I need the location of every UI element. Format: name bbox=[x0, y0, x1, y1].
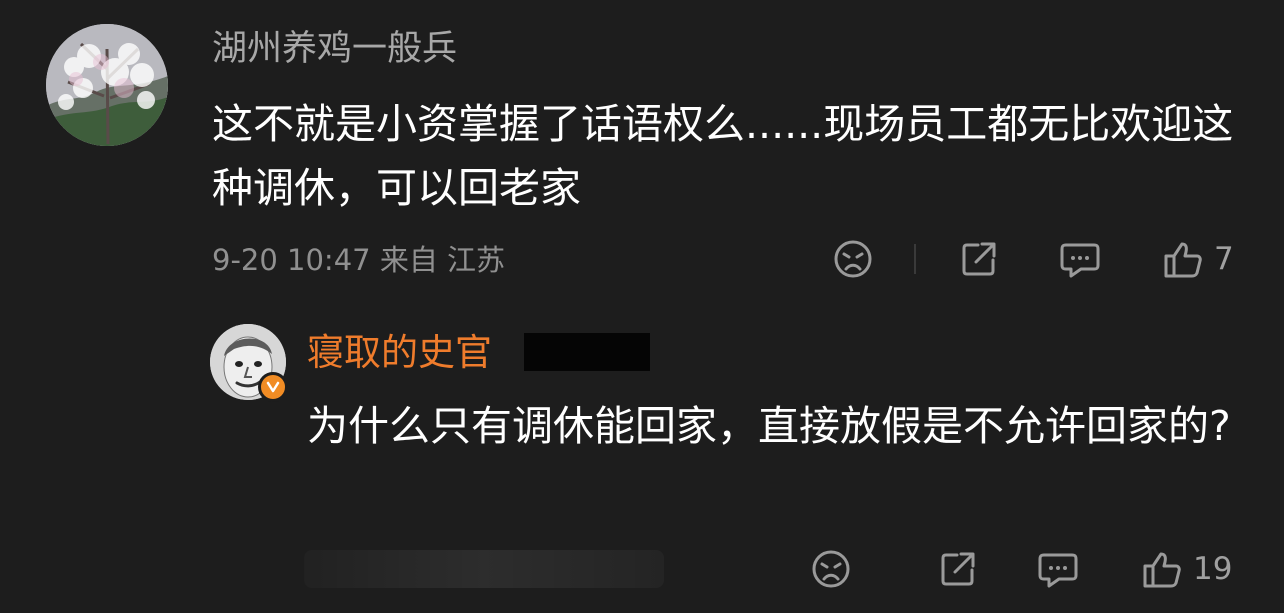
user-avatar[interactable] bbox=[46, 24, 168, 146]
share-icon bbox=[962, 242, 996, 276]
reply-text: 为什么只有调休能回家，直接放假是不允许回家的? bbox=[307, 402, 1231, 450]
comment-date: 9-20 10:47 bbox=[212, 243, 371, 277]
comment-meta: 9-20 10:47 来自 江苏 bbox=[212, 236, 505, 284]
comment-location: 来自 江苏 bbox=[379, 243, 506, 277]
comment-reply-button[interactable] bbox=[1058, 238, 1102, 280]
comment-like-count: 7 bbox=[1214, 241, 1234, 277]
action-divider bbox=[914, 244, 916, 274]
comment-icon bbox=[1060, 243, 1100, 278]
sad-face-icon bbox=[812, 550, 850, 588]
reply-username[interactable]: 寝取的史官 bbox=[307, 327, 492, 379]
thumbs-up-icon bbox=[1143, 552, 1181, 588]
comment-icon bbox=[1038, 553, 1078, 588]
sad-face-icon bbox=[834, 240, 872, 278]
reply-like-count: 19 bbox=[1193, 551, 1233, 587]
reply-emoji-button[interactable] bbox=[810, 548, 852, 590]
comment-emoji-button[interactable] bbox=[832, 238, 874, 280]
comment-like-button[interactable]: 7 bbox=[1160, 238, 1234, 280]
reply-comment-button[interactable] bbox=[1036, 548, 1080, 590]
comment-share-button[interactable] bbox=[958, 238, 1000, 280]
comment-text: 这不就是小资掌握了话语权么......现场员工都无比欢迎这种调休，可以回老家 bbox=[212, 100, 1234, 212]
comment-thread: 湖州养鸡一般兵 这不就是小资掌握了话语权么......现场员工都无比欢迎这种调休… bbox=[0, 0, 1284, 613]
verified-check-icon bbox=[266, 381, 280, 393]
reply-share-button[interactable] bbox=[937, 548, 979, 590]
redacted-badge bbox=[524, 333, 650, 371]
thumbs-up-icon bbox=[1164, 242, 1202, 278]
blurred-reply-meta bbox=[304, 550, 664, 588]
reply-like-button[interactable]: 19 bbox=[1139, 548, 1232, 590]
verified-badge bbox=[258, 372, 288, 402]
blossom-photo-icon bbox=[46, 24, 168, 146]
share-icon bbox=[941, 552, 975, 586]
comment-username[interactable]: 湖州养鸡一般兵 bbox=[212, 24, 457, 74]
